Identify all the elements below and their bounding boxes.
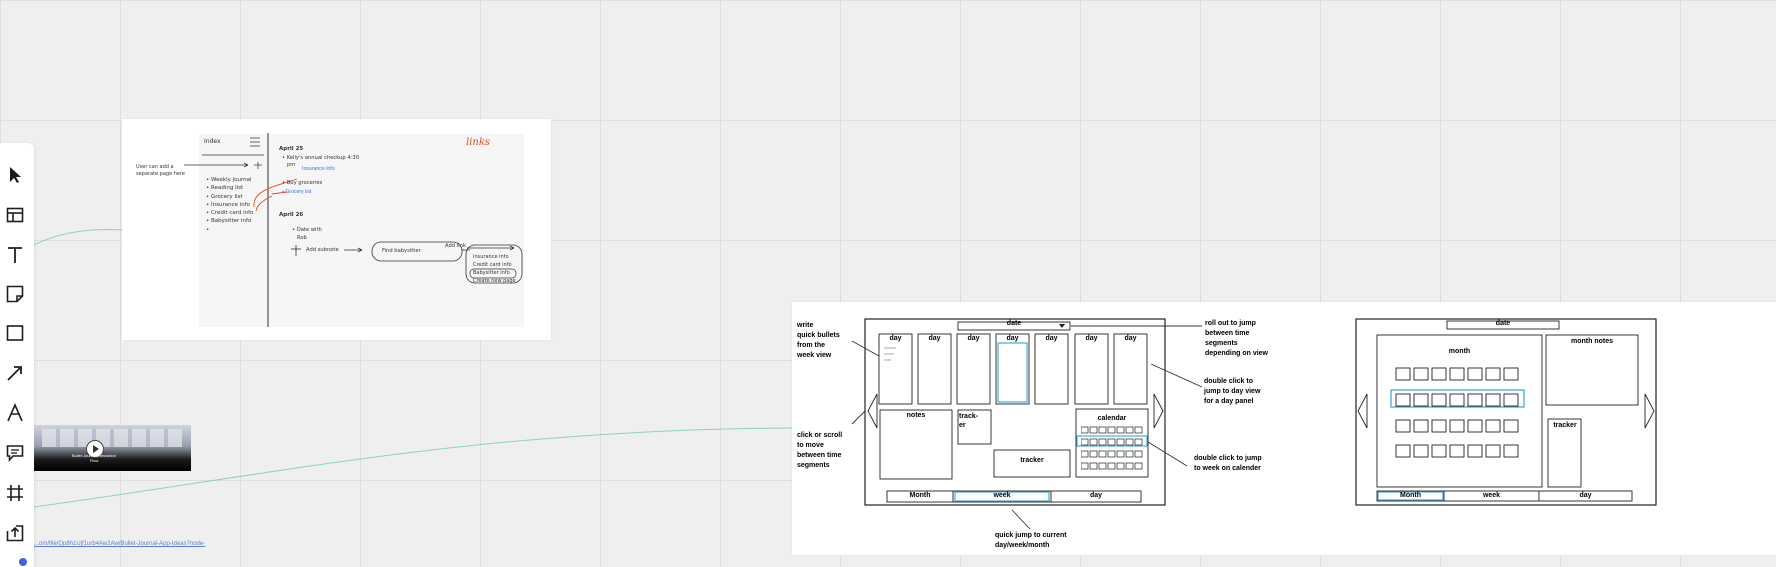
index-list-item[interactable]: • Babysitter info <box>206 217 253 225</box>
sketch-strokes <box>184 133 523 327</box>
day-panel-label[interactable]: day <box>918 335 951 342</box>
grocery-link[interactable]: • Grocery list <box>282 189 312 195</box>
index-note: User can add a separate page here <box>136 164 185 178</box>
link-popup-item[interactable]: Insurance info <box>473 253 516 261</box>
annotation-double-click-week: double click to jump to week on calender <box>1194 455 1262 472</box>
index-list-item[interactable]: • Reading list <box>206 184 253 192</box>
links-annotation: links <box>466 137 491 148</box>
annotation-double-click-day: double click to jump to day view for a d… <box>1204 378 1261 405</box>
month-tab-day[interactable]: day <box>1539 492 1632 499</box>
day-entry: • Date with Rob <box>292 227 322 241</box>
add-subnote-label[interactable]: Add subnote <box>306 247 339 253</box>
annotation-click-scroll: click or scroll to move between time seg… <box>797 432 843 469</box>
index-list-item[interactable]: • Insurance info <box>206 201 253 209</box>
wireframe-card[interactable]: date day day day day day day day notes t… <box>792 302 1776 555</box>
month-tracker-label: tracker <box>1553 422 1577 429</box>
index-note-line: User can add a <box>136 164 174 170</box>
month-tab-month[interactable]: Month <box>1377 492 1444 499</box>
find-babysitter-pill[interactable]: Find babysitter <box>382 248 421 254</box>
day-bullet: • Buy groceries <box>282 180 323 186</box>
url-link[interactable]: ...om/file/Qp8h1Ujf1urb4Aw2Aw/Bullet-Jou… <box>34 541 205 547</box>
index-list-item[interactable]: • Grocery list <box>206 193 253 201</box>
add-link-label[interactable]: Add link <box>445 243 466 249</box>
annotation-quick-jump: quick jump to current day/week/month <box>995 532 1067 549</box>
calendar-label: calendar <box>1097 415 1127 422</box>
link-popup: Insurance info Credit card info Babysitt… <box>473 253 516 285</box>
tracker-small-label: track- er <box>959 413 979 429</box>
index-note-line: separate page here <box>136 171 186 177</box>
annotation-write-bullets: write quick bullets from the week view <box>797 322 840 359</box>
month-label: month <box>1448 348 1471 355</box>
notes-label: notes <box>906 412 926 419</box>
day-panel-label[interactable]: day <box>879 335 912 342</box>
index-list-item-empty[interactable]: • <box>206 226 253 234</box>
month-grid <box>1395 367 1519 458</box>
month-date-dropdown[interactable]: date <box>1447 320 1559 327</box>
calendar-grid-small <box>1081 426 1143 470</box>
index-title: Index <box>204 138 221 145</box>
index-list-item[interactable]: • Weekly journal <box>206 176 253 184</box>
link-popup-item[interactable]: Create new page <box>473 277 516 285</box>
month-notes-label: month notes <box>1571 338 1613 345</box>
tab-month[interactable]: Month <box>887 492 953 499</box>
day-heading: April 26 <box>279 212 304 218</box>
link-popup-item[interactable]: Babysitter info <box>473 269 516 277</box>
video-caption: Bullet Journal Interaction Flow <box>71 453 117 463</box>
sketch-card-index[interactable]: Index User can add a separate page here … <box>122 119 551 340</box>
day-heading: April 25 <box>279 146 304 152</box>
tracker-label: tracker <box>1020 457 1044 464</box>
video-thumbnail-strip <box>42 429 182 447</box>
annotation-roll-out: roll out to jump between time segments d… <box>1205 320 1269 357</box>
link-popup-item[interactable]: Credit card info <box>473 261 516 269</box>
day-panel-label[interactable]: day <box>957 335 990 342</box>
day-panel-label[interactable]: day <box>1075 335 1108 342</box>
date-dropdown[interactable]: date <box>958 320 1070 327</box>
month-tab-week[interactable]: week <box>1444 492 1539 499</box>
day-panel-label[interactable]: day <box>1114 335 1147 342</box>
day-panel-label[interactable]: day <box>1035 335 1068 342</box>
index-list-item[interactable]: • Credit card info <box>206 209 253 217</box>
tab-day[interactable]: day <box>1051 492 1141 499</box>
index-list: • Weekly journal • Reading list • Grocer… <box>206 176 253 234</box>
insurance-link[interactable]: Insurance info <box>302 166 335 172</box>
day-panel-label[interactable]: day <box>996 335 1029 342</box>
video-card[interactable]: Bullet Journal Interaction Flow <box>34 425 191 471</box>
tab-week[interactable]: week <box>953 492 1051 499</box>
